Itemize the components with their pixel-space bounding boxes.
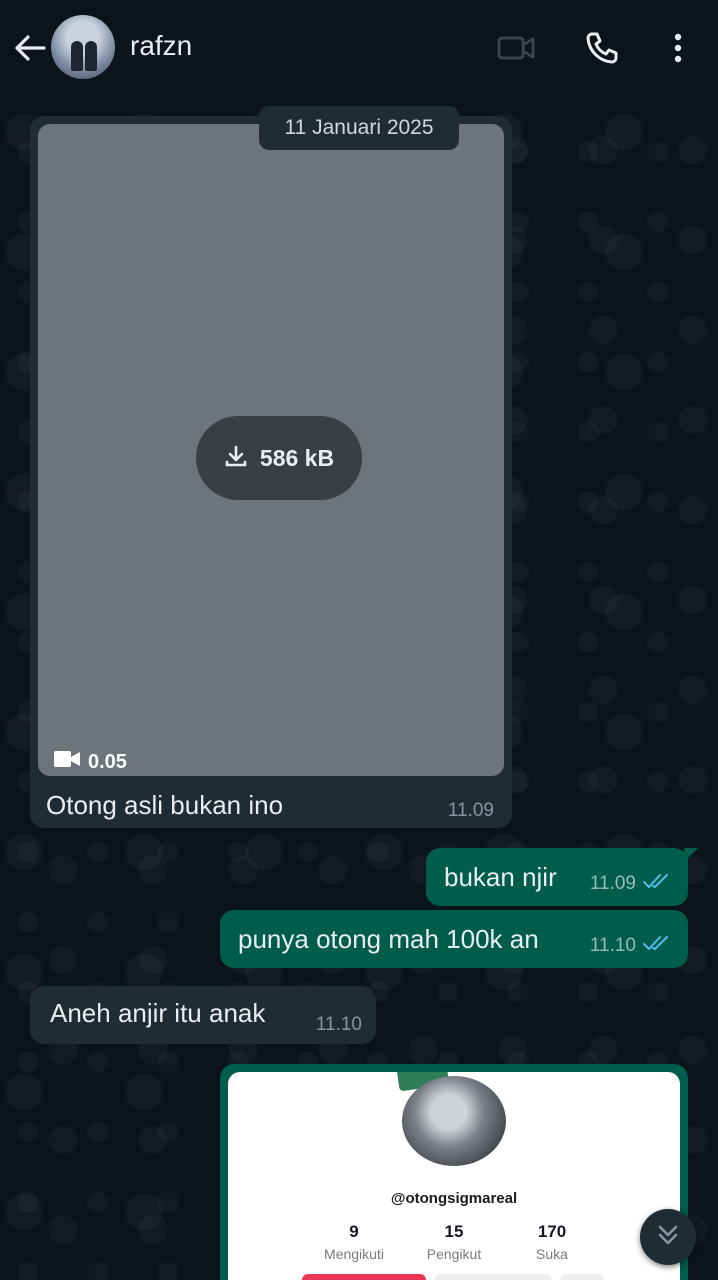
stat-label: Mengikuti	[324, 1246, 384, 1262]
stat-followers: 15 Pengikut	[404, 1222, 504, 1262]
download-button[interactable]: 586 kB	[196, 416, 362, 500]
shared-image[interactable]: @otongsigmareal 9 Mengikuti 15 Pengikut …	[228, 1072, 680, 1280]
double-check-icon	[642, 934, 672, 958]
stat-value: 9	[349, 1222, 359, 1241]
video-thumbnail[interactable]: 586 kB 0.05	[38, 124, 504, 776]
chat-header: rafzn	[0, 0, 718, 96]
scroll-to-bottom-button[interactable]	[640, 1209, 696, 1265]
profile-picture	[402, 1076, 506, 1166]
message-meta: 11.09	[590, 872, 672, 896]
video-duration: 0.05	[54, 750, 127, 774]
message-text: Aneh anjir itu anak	[50, 998, 266, 1028]
voice-call-icon[interactable]	[580, 26, 624, 70]
contact-name[interactable]: rafzn	[130, 30, 192, 62]
double-chevron-down-icon	[655, 1222, 681, 1253]
message-text: punya otong mah 100k an	[238, 923, 539, 954]
message-text: bukan njir	[444, 861, 557, 892]
more-vert-icon[interactable]	[656, 26, 700, 70]
bubble-tail	[684, 848, 698, 862]
incoming-video-message[interactable]: 586 kB 0.05 Otong asli bukan ino 11.09	[30, 116, 512, 828]
back-arrow-icon[interactable]	[10, 28, 50, 68]
message-time: 11.10	[315, 1014, 362, 1035]
download-icon	[224, 444, 248, 473]
duration-text: 0.05	[88, 750, 127, 773]
message-time: 11.09	[589, 873, 636, 894]
message-time: 11.10	[589, 935, 636, 956]
outgoing-image-message[interactable]: @otongsigmareal 9 Mengikuti 15 Pengikut …	[220, 1064, 688, 1280]
stat-value: 170	[537, 1222, 567, 1241]
outgoing-text-message[interactable]: bukan njir 11.09	[426, 848, 698, 906]
message-time: 11.09	[447, 800, 494, 821]
profile-username: @otongsigmareal	[390, 1190, 518, 1207]
stat-value: 15	[444, 1222, 464, 1241]
stat-following: 9 Mengikuti	[304, 1222, 404, 1262]
follow-button-preview	[302, 1274, 426, 1280]
message-meta: 11.10	[590, 934, 672, 958]
video-camera-icon	[54, 750, 80, 774]
more-button-preview	[560, 1274, 604, 1280]
video-caption: Otong asli bukan ino	[46, 790, 284, 820]
incoming-text-message[interactable]: Aneh anjir itu anak 11.10	[30, 986, 376, 1044]
stat-likes: 170 Suka	[502, 1222, 602, 1262]
video-call-icon[interactable]	[494, 26, 538, 70]
download-size: 586 kB	[259, 444, 335, 471]
message-button-preview	[434, 1274, 552, 1280]
outgoing-text-message[interactable]: punya otong mah 100k an 11.10	[220, 910, 688, 968]
stat-label: Suka	[536, 1246, 568, 1262]
date-separator: 11 Januari 2025	[259, 106, 459, 150]
avatar[interactable]	[51, 15, 115, 79]
stat-label: Pengikut	[426, 1246, 482, 1262]
double-check-icon	[642, 872, 672, 896]
